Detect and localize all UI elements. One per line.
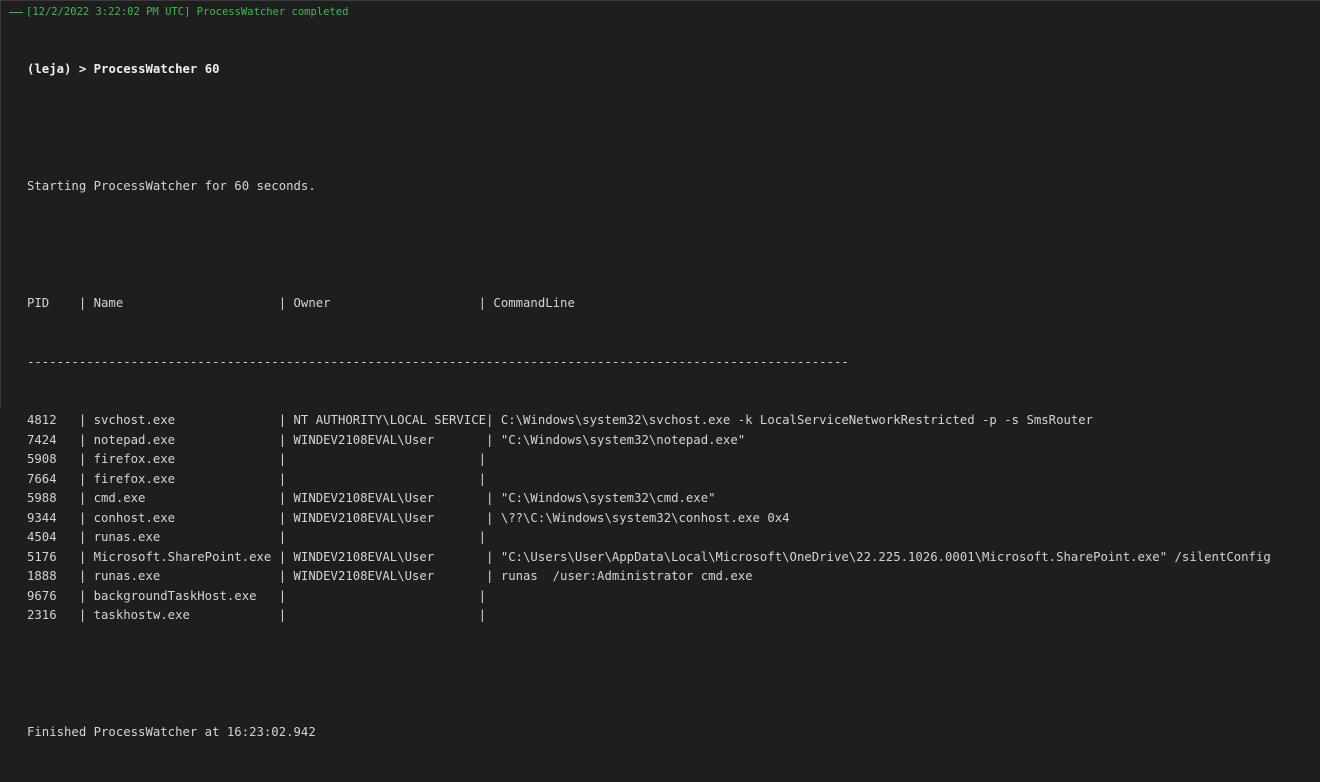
finish-message: Finished ProcessWatcher at 16:23:02.942 bbox=[27, 725, 316, 739]
task-status-header[interactable]: [12/2/2022 3:22:02 PM UTC] ProcessWatche… bbox=[9, 5, 348, 19]
table-row: 5176 | Microsoft.SharePoint.exe | WINDEV… bbox=[27, 549, 1271, 564]
console-frame: [12/2/2022 3:22:02 PM UTC] ProcessWatche… bbox=[0, 0, 1320, 739]
task-status-text: [12/2/2022 3:22:02 PM UTC] ProcessWatche… bbox=[26, 6, 349, 18]
prompt-user: leja bbox=[34, 62, 65, 76]
table-row: 5988 | cmd.exe | WINDEV2108EVAL\User | "… bbox=[27, 491, 716, 505]
table-row: 7424 | notepad.exe | WINDEV2108EVAL\User… bbox=[27, 432, 746, 447]
table-row: 9676 | backgroundTaskHost.exe | | bbox=[27, 588, 487, 603]
table-row: 9344 | conhost.exe | WINDEV2108EVAL\User… bbox=[27, 510, 790, 525]
collapse-dash-icon[interactable] bbox=[9, 11, 23, 13]
prompt-close-command: ) > ProcessWatcher 60 bbox=[64, 62, 220, 76]
table-separator: ----------------------------------------… bbox=[27, 354, 849, 369]
table-body: 4812 | svchost.exe | NT AUTHORITY\LOCAL … bbox=[27, 411, 1271, 626]
table-row: 4812 | svchost.exe | NT AUTHORITY\LOCAL … bbox=[27, 413, 1094, 427]
command-prompt-line: (leja) > ProcessWatcher 60 bbox=[27, 60, 1271, 80]
table-row: 4504 | runas.exe | | bbox=[27, 530, 487, 544]
table-row: 2316 | taskhostw.exe | | bbox=[27, 608, 487, 622]
table-header: PID | Name | Owner | CommandLine bbox=[27, 296, 575, 310]
start-message: Starting ProcessWatcher for 60 seconds. bbox=[27, 179, 316, 193]
table-row: 1888 | runas.exe | WINDEV2108EVAL\User |… bbox=[27, 569, 753, 583]
console-output: (leja) > ProcessWatcher 60 Starting Proc… bbox=[27, 21, 1271, 782]
table-row: 7664 | firefox.exe | | bbox=[27, 471, 487, 486]
table-row: 5908 | firefox.exe | | bbox=[27, 452, 487, 466]
